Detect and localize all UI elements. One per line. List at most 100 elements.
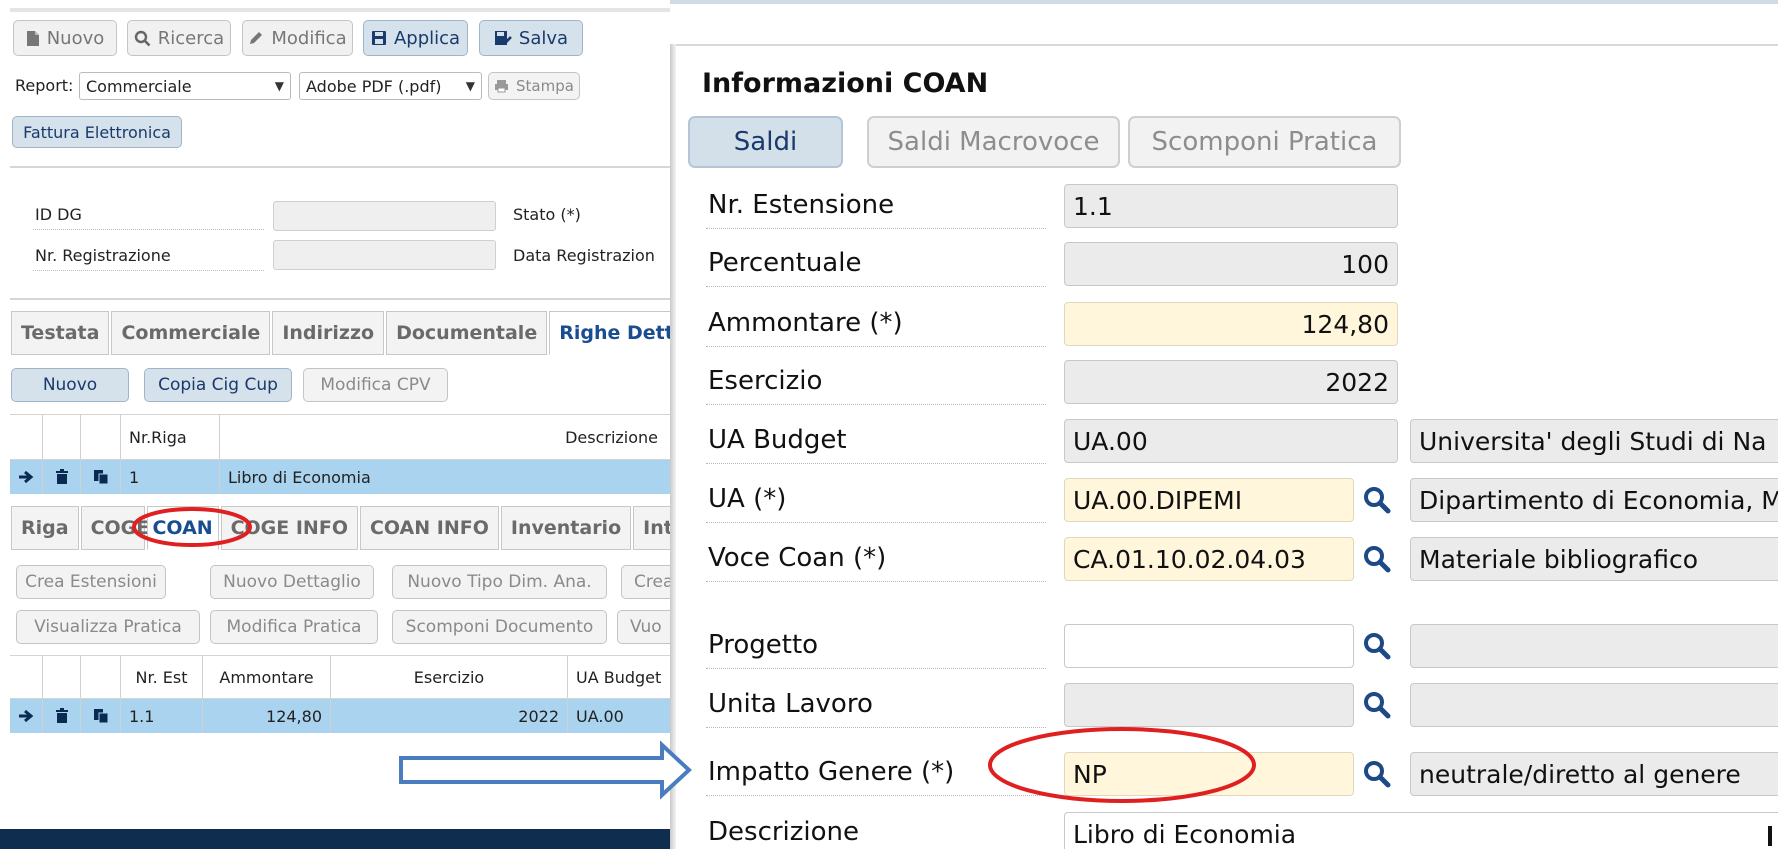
new-button[interactable]: Nuovo <box>13 20 117 56</box>
tab-riga[interactable]: Riga <box>11 506 79 550</box>
coan-grid-header: Nr. Est Ammontare Esercizio UA Budget <box>10 655 670 699</box>
edit-button[interactable]: Modifica <box>242 20 353 56</box>
cell-descrizione: Libro di Economia <box>228 467 371 487</box>
apply-button[interactable]: Applica <box>363 20 468 56</box>
search-icon[interactable] <box>1362 544 1392 574</box>
descrizione-field[interactable]: Libro di Economia <box>1064 812 1778 849</box>
sub-tabs: Riga COGE COAN COGE INFO COAN INFO Inven… <box>11 506 705 550</box>
nr-registrazione-label: Nr. Registrazione <box>35 246 171 265</box>
trash-icon[interactable] <box>43 460 81 494</box>
document-form-panel: Nuovo Ricerca Modifica Applica Salva Rep… <box>0 0 737 849</box>
nuovo-tipo-dim-button[interactable]: Nuovo Tipo Dim. Ana. <box>392 565 607 599</box>
esercizio-field[interactable]: 2022 <box>1064 360 1398 404</box>
tab-saldi[interactable]: Saldi <box>688 116 843 168</box>
percentuale-label: Percentuale <box>708 248 862 278</box>
dotted-line <box>33 229 264 230</box>
footer-bar <box>0 829 670 849</box>
save-check-icon <box>494 31 512 45</box>
ua-description: Dipartimento di Economia, M <box>1410 478 1778 522</box>
save-disk-icon <box>371 31 386 45</box>
report-type-select[interactable]: Commerciale ▼ <box>79 72 291 100</box>
report-label: Report: <box>15 76 74 95</box>
cell-ua-budget: UA.00 <box>576 706 624 726</box>
id-dg-label: ID DG <box>35 205 82 224</box>
cell-ammontare: 124,80 <box>203 699 331 733</box>
dotted-line <box>33 270 264 271</box>
tab-commerciale[interactable]: Commerciale <box>111 311 271 355</box>
table-row[interactable]: 1.1 124,80 2022 UA.00 <box>10 699 670 733</box>
data-registrazione-label: Data Registrazion <box>513 246 655 265</box>
column-nr-riga[interactable]: Nr.Riga <box>121 415 220 459</box>
voce-coan-field[interactable]: CA.01.10.02.04.03 <box>1064 537 1354 581</box>
tab-indirizzo[interactable]: Indirizzo <box>272 311 385 355</box>
tab-inventario[interactable]: Inventario <box>500 506 632 550</box>
search-icon[interactable] <box>1362 631 1392 661</box>
ua-budget-field[interactable]: UA.00 <box>1064 419 1398 463</box>
nr-registrazione-field[interactable] <box>273 240 496 270</box>
progetto-description <box>1410 624 1778 668</box>
ammontare-field[interactable]: 124,80 <box>1064 302 1398 346</box>
coan-info-dialog: Informazioni COAN Saldi Saldi Macrovoce … <box>670 0 1778 849</box>
percentuale-field[interactable]: 100 <box>1064 242 1398 286</box>
unita-lavoro-field[interactable] <box>1064 683 1354 727</box>
unita-lavoro-label: Unita Lavoro <box>708 689 873 719</box>
detail-new-button[interactable]: Nuovo <box>11 368 129 402</box>
chevron-down-icon: ▼ <box>465 79 475 93</box>
column-ammontare[interactable]: Ammontare <box>203 656 331 698</box>
copy-icon[interactable] <box>81 460 121 494</box>
column-descrizione[interactable]: Descrizione <box>220 415 670 459</box>
progetto-label: Progetto <box>708 630 819 660</box>
ammontare-label: Ammontare (*) <box>708 308 903 338</box>
divider <box>10 166 670 168</box>
cell-nr-est: 1.1 <box>121 699 203 733</box>
tab-coge[interactable]: COGE <box>80 506 149 550</box>
id-dg-field[interactable] <box>273 201 496 231</box>
modifica-pratica-button[interactable]: Modifica Pratica <box>210 610 378 644</box>
crea-estensioni-button[interactable]: Crea Estensioni <box>16 565 166 599</box>
copy-icon[interactable] <box>81 699 121 733</box>
column-nr-est[interactable]: Nr. Est <box>121 656 203 698</box>
print-button[interactable]: Stampa <box>488 72 580 100</box>
arrow-right-icon[interactable] <box>10 699 43 733</box>
ua-budget-description: Universita' degli Studi di Na <box>1410 419 1778 463</box>
tab-coan-info[interactable]: COAN INFO <box>359 506 499 550</box>
progetto-field[interactable] <box>1064 624 1354 668</box>
trash-icon[interactable] <box>43 699 81 733</box>
search-icon[interactable] <box>1362 759 1392 789</box>
ua-field[interactable]: UA.00.DIPEMI <box>1064 478 1354 522</box>
tab-scomponi-pratica[interactable]: Scomponi Pratica <box>1128 116 1401 168</box>
search-button[interactable]: Ricerca <box>127 20 231 56</box>
table-row[interactable]: 1 Libro di Economia <box>10 460 670 494</box>
impatto-genere-field[interactable]: NP <box>1064 752 1354 796</box>
copy-cig-cup-button[interactable]: Copia Cig Cup <box>144 368 292 402</box>
impatto-genere-label: Impatto Genere (*) <box>708 757 955 787</box>
save-button[interactable]: Salva <box>479 20 583 56</box>
search-icon[interactable] <box>1362 485 1392 515</box>
pencil-icon <box>250 32 263 44</box>
ua-label: UA (*) <box>708 484 787 514</box>
rows-grid-header: Nr.Riga Descrizione <box>10 414 670 460</box>
visualizza-pratica-button[interactable]: Visualizza Pratica <box>16 610 200 644</box>
cell-esercizio: 2022 <box>331 699 568 733</box>
edit-cpv-button[interactable]: Modifica CPV <box>303 368 448 402</box>
tab-testata[interactable]: Testata <box>11 311 110 355</box>
scomponi-documento-button[interactable]: Scomponi Documento <box>392 610 607 644</box>
dialog-title: Informazioni COAN <box>702 68 989 99</box>
search-icon[interactable] <box>1362 690 1392 720</box>
screenshot-root: { "toolbar": { "new": "Nuovo", "search":… <box>0 0 1778 849</box>
tab-documentale[interactable]: Documentale <box>386 311 548 355</box>
einvoice-button[interactable]: Fattura Elettronica <box>12 116 182 148</box>
tab-coan[interactable]: COAN <box>146 506 219 550</box>
column-ua-budget[interactable]: UA Budget <box>568 656 670 698</box>
nuovo-dettaglio-button[interactable]: Nuovo Dettaglio <box>210 565 374 599</box>
cell-nr-riga: 1 <box>121 460 220 494</box>
search-icon <box>134 30 151 46</box>
arrow-right-icon[interactable] <box>10 460 43 494</box>
report-format-select[interactable]: Adobe PDF (.pdf) ▼ <box>299 72 482 100</box>
nr-estensione-field[interactable]: 1.1 <box>1064 184 1398 228</box>
ua-budget-label: UA Budget <box>708 425 847 455</box>
tab-saldi-macrovoce[interactable]: Saldi Macrovoce <box>867 116 1120 168</box>
main-tabs: Testata Commerciale Indirizzo Documental… <box>11 311 737 355</box>
column-esercizio[interactable]: Esercizio <box>331 656 568 698</box>
tab-coge-info[interactable]: COGE INFO <box>220 506 358 550</box>
